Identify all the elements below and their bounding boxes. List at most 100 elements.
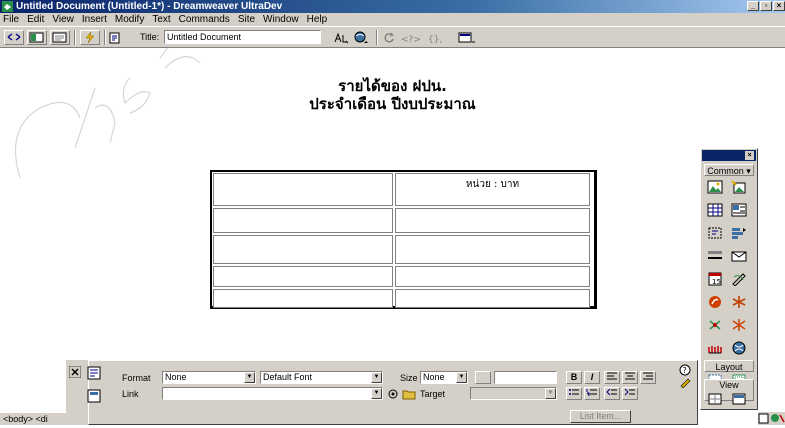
align-center-button[interactable] [622, 371, 638, 384]
insert-shockwave-icon[interactable] [731, 295, 747, 309]
tag-selector[interactable]: <body> <di [0, 413, 88, 425]
table-cell[interactable] [213, 235, 393, 264]
table-cell[interactable]: หน่วย : บาท [395, 173, 590, 206]
insert-activex-icon[interactable] [731, 341, 747, 355]
menu-site[interactable]: Site [238, 14, 255, 25]
insert-tabular-data-icon[interactable] [731, 203, 747, 217]
unordered-list-button[interactable] [566, 387, 582, 400]
point-to-file-icon[interactable] [387, 388, 399, 400]
refresh-icon[interactable] [383, 32, 395, 44]
chevron-down-icon[interactable]: ▼ [371, 388, 382, 399]
table-cell[interactable] [395, 266, 590, 287]
table-cell[interactable] [213, 208, 393, 233]
format-select[interactable]: None ▼ [162, 371, 256, 384]
indent-icon [624, 388, 635, 396]
chevron-down-icon[interactable]: ▼ [371, 372, 382, 383]
objects-category-select[interactable]: Common ▾ [704, 164, 754, 176]
draw-layer-icon[interactable] [707, 226, 723, 240]
code-view-button[interactable] [4, 30, 24, 45]
design-view-icon [52, 32, 67, 43]
target-label: Target [420, 389, 446, 399]
table-cell[interactable] [395, 289, 590, 308]
insert-navigation-bar-icon[interactable] [731, 226, 747, 240]
layout-view-icon[interactable] [731, 392, 747, 406]
window-title-bar[interactable]: Untitled Document (Untitled-1*) - Dreamw… [0, 0, 785, 13]
menu-text[interactable]: Text [152, 14, 170, 25]
text-color-swatch[interactable] [475, 371, 491, 384]
code-navigation-icon[interactable]: {}, [428, 32, 444, 44]
list-item-button[interactable]: List Item... [570, 410, 631, 423]
link-input[interactable]: ▼ [162, 387, 383, 400]
align-left-button[interactable] [604, 371, 620, 384]
outdent-button[interactable] [604, 387, 620, 400]
view-category-label: View [719, 380, 739, 390]
table-cell[interactable] [213, 266, 393, 287]
link-label: Link [122, 389, 139, 399]
chevron-down-icon[interactable]: ▼ [456, 372, 467, 383]
dreamweaver-app-icon [2, 1, 13, 12]
font-select[interactable]: Default Font ▼ [260, 371, 383, 384]
page-properties-icon [87, 389, 101, 403]
toolbar-separator [74, 30, 76, 45]
ordered-list-button[interactable] [584, 387, 600, 400]
size-select[interactable]: None ▼ [420, 371, 468, 384]
menu-file[interactable]: File [3, 14, 19, 25]
folder-icon[interactable] [402, 388, 416, 400]
minimize-button[interactable]: _ [747, 1, 759, 11]
layout-category-label[interactable]: Layout [704, 360, 754, 372]
insert-rollover-image-icon[interactable] [731, 180, 747, 194]
svg-text:{},: {}, [428, 35, 442, 44]
table-cell[interactable] [395, 235, 590, 264]
indent-button[interactable] [622, 387, 638, 400]
menu-modify[interactable]: Modify [115, 14, 144, 25]
quick-tag-editor-icon[interactable] [679, 376, 691, 388]
close-button[interactable]: × [773, 1, 785, 11]
insert-image-icon[interactable] [707, 180, 723, 194]
table-cell[interactable] [213, 289, 393, 308]
italic-button[interactable]: I [584, 371, 600, 384]
properties-panel-close-icon[interactable] [69, 366, 81, 378]
insert-table-icon[interactable] [707, 203, 723, 217]
menu-window[interactable]: Window [263, 14, 299, 25]
design-view-button[interactable] [50, 30, 70, 45]
objects-panel-titlebar[interactable]: × [702, 150, 756, 161]
table-cell[interactable] [395, 208, 590, 233]
chevron-down-icon[interactable]: ▼ [244, 372, 255, 383]
chevron-down-icon[interactable]: ▼ [545, 388, 556, 399]
text-color-input[interactable] [494, 371, 557, 384]
insert-date-icon[interactable]: 15 [707, 272, 723, 286]
menu-help[interactable]: Help [307, 14, 328, 25]
align-right-icon [643, 372, 653, 380]
insert-server-markup-icon[interactable] [707, 341, 723, 355]
view-options-icon[interactable] [458, 31, 476, 44]
insert-tabular-icon[interactable] [731, 272, 747, 286]
toolbar-separator [104, 30, 106, 45]
insert-generator-icon[interactable] [707, 318, 723, 332]
document-table[interactable]: หน่วย : บาท [210, 170, 597, 309]
file-management-icon[interactable] [333, 32, 349, 44]
insert-flash-icon[interactable] [707, 295, 723, 309]
preview-in-browser-icon[interactable] [353, 31, 369, 44]
live-data-button[interactable] [80, 30, 100, 45]
menu-commands[interactable]: Commands [179, 14, 230, 25]
site-window-icon[interactable] [758, 412, 785, 425]
window-title: Untitled Document (Untitled-1*) - Dreamw… [16, 1, 283, 12]
insert-fireworks-icon[interactable] [731, 318, 747, 332]
ordered-list-icon [586, 389, 597, 396]
menu-insert[interactable]: Insert [82, 14, 107, 25]
objects-panel-close-button[interactable]: × [745, 151, 754, 160]
menu-view[interactable]: View [52, 14, 74, 25]
help-icon[interactable]: ? [679, 364, 691, 376]
code-design-view-button[interactable] [27, 30, 47, 45]
insert-horizontal-rule-icon[interactable] [707, 249, 723, 263]
insert-email-link-icon[interactable] [731, 249, 747, 263]
reference-icon[interactable]: <?> [401, 32, 423, 44]
standard-view-icon[interactable] [707, 392, 723, 406]
align-right-button[interactable] [640, 371, 656, 384]
maximize-button[interactable]: ▫ [760, 1, 772, 11]
target-select[interactable]: ▼ [470, 387, 557, 400]
bold-button[interactable]: B [566, 371, 582, 384]
table-cell[interactable] [213, 173, 393, 206]
menu-edit[interactable]: Edit [27, 14, 44, 25]
page-title-input[interactable]: Untitled Document [164, 30, 321, 44]
